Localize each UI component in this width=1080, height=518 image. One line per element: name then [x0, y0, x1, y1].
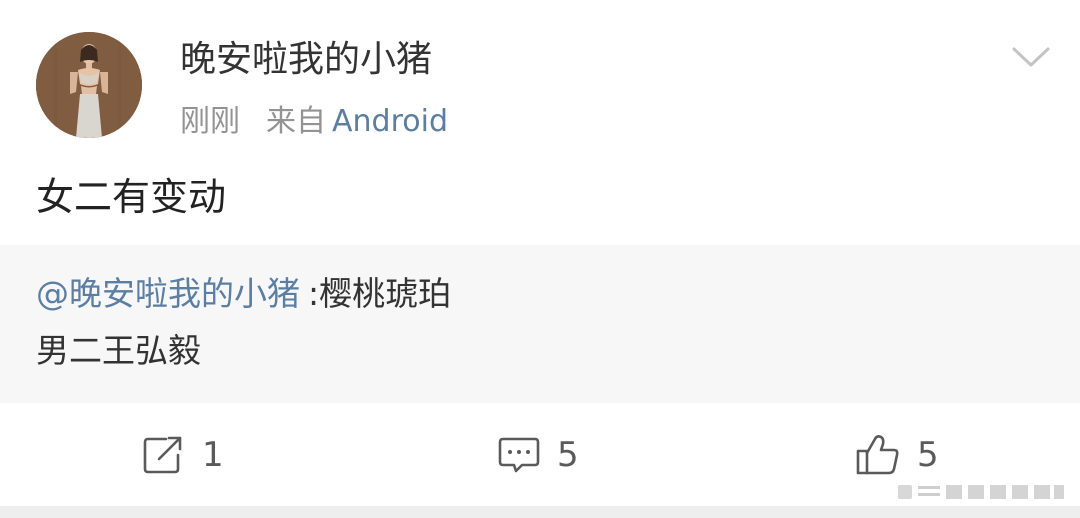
post-time: 刚刚: [180, 104, 240, 139]
share-arrow-icon: [143, 436, 182, 474]
repost-button[interactable]: 1: [142, 429, 224, 481]
avatar-image: [36, 32, 142, 138]
repost-title: :樱桃琥珀: [308, 274, 452, 313]
weibo-post: 晚安啦我的小猪 刚刚 来自 Android 女二有变动 @晚安啦我的小猪:樱桃琥珀 …: [0, 0, 1080, 518]
source-prefix: 来自: [266, 104, 326, 139]
post-meta: 刚刚 来自 Android: [180, 100, 448, 144]
comment-bubble-icon: [498, 437, 540, 473]
post-text: 女二有变动: [36, 175, 227, 219]
reposted-content[interactable]: @晚安啦我的小猪:樱桃琥珀 男二王弘毅: [0, 245, 1080, 403]
comment-count: 5: [557, 435, 579, 475]
chevron-down-icon[interactable]: [1008, 40, 1054, 74]
thumbs-up-icon: [856, 435, 899, 475]
source-device[interactable]: Android: [332, 104, 448, 139]
repost-body: 男二王弘毅: [36, 331, 201, 370]
watermark-logo: [888, 474, 1074, 510]
comment-button[interactable]: 5: [497, 429, 579, 481]
repost-mention[interactable]: @晚安啦我的小猪: [36, 274, 300, 313]
like-count: 5: [917, 435, 939, 475]
avatar[interactable]: [36, 32, 142, 138]
repost-count: 1: [202, 435, 224, 475]
repost-header: @晚安啦我的小猪:樱桃琥珀: [36, 270, 451, 318]
author-name[interactable]: 晚安啦我的小猪: [180, 36, 432, 84]
